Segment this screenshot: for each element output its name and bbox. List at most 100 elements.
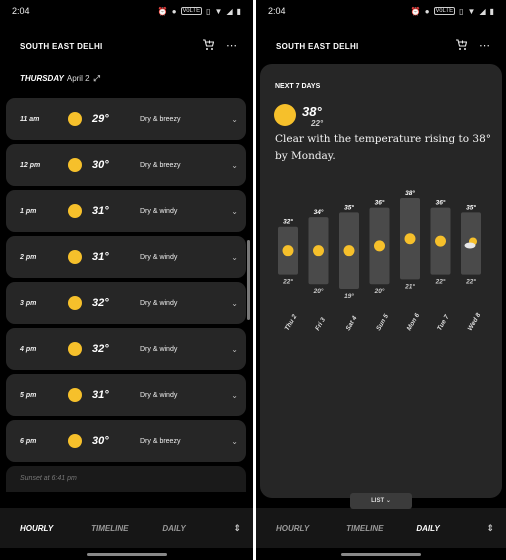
scrollbar[interactable] [247, 240, 250, 320]
low-temp-label: 20° [313, 287, 324, 295]
hour-condition: Dry & windy [140, 391, 178, 399]
alarm-icon: ⏰ [157, 6, 168, 16]
signal-icon: ◢ [479, 6, 486, 16]
hour-time: 11 am [20, 115, 40, 123]
bottom-nav: HOURLY TIMELINE DAILY ⇕ [256, 508, 506, 548]
high-temp-label: 35° [466, 203, 476, 211]
hour-card[interactable]: 3 pm 32° Dry & windy ⌄ [6, 282, 246, 324]
home-indicator[interactable] [341, 553, 421, 556]
low-temp-label: 22° [435, 278, 446, 286]
chevron-down-icon[interactable]: ⌄ [231, 437, 238, 446]
hour-temp: 30° [92, 159, 109, 171]
volte-badge: VoLTE [180, 7, 203, 15]
nav-daily[interactable]: DAILY [416, 524, 486, 533]
reorder-icon[interactable]: ⇕ [233, 523, 241, 534]
nav-daily[interactable]: DAILY [162, 524, 233, 533]
volte-badge: VoLTE [433, 7, 456, 15]
chevron-down-icon[interactable]: ⌄ [231, 299, 238, 308]
hour-time: 2 pm [20, 253, 37, 261]
list-label: LIST [371, 498, 385, 504]
nav-hourly[interactable]: HOURLY [276, 524, 346, 533]
home-indicator[interactable] [86, 553, 167, 556]
sun-icon [68, 388, 82, 402]
sun-icon [68, 296, 82, 310]
wifi-icon: ▼ [214, 6, 223, 16]
location-icon: ● [171, 6, 177, 16]
hour-condition: Dry & breezy [140, 115, 181, 123]
hour-condition: Dry & windy [140, 345, 178, 353]
hour-time: 5 pm [20, 391, 37, 399]
hour-temp: 31° [92, 251, 109, 263]
hourly-list: 11 am 29° Dry & breezy ⌄ 12 pm 30° Dry & breez… [6, 98, 246, 492]
hour-card[interactable]: 11 am 29° Dry & breezy ⌄ [6, 98, 246, 140]
hour-temp: 30° [92, 435, 109, 447]
hour-card[interactable]: 6 pm 30° Dry & breezy ⌄ [6, 420, 246, 462]
hour-card[interactable]: 4 pm 32° Dry & windy ⌄ [6, 328, 246, 370]
hour-card[interactable]: 1 pm 31° Dry & windy ⌄ [6, 190, 246, 232]
seven-day-chart: 32° 22° Thu 2 34° 20° Fri 3 35° 19° Sat 4 36° 20° S… [278, 189, 483, 332]
hour-time: 1 pm [20, 207, 37, 215]
hour-card[interactable]: 2 pm 31° Dry & windy ⌄ [6, 236, 246, 278]
day-label: THURSDAY [20, 74, 64, 83]
sun-icon [68, 112, 82, 126]
more-icon[interactable]: ⋯ [479, 40, 490, 52]
high-temp-label: 38° [405, 189, 415, 197]
location-title[interactable]: SOUTH EAST DELHI [276, 42, 443, 51]
chevron-down-icon[interactable]: ⌄ [231, 391, 238, 400]
low-temp-label: 21° [404, 282, 415, 290]
chevron-down-icon[interactable]: ⌄ [231, 161, 238, 170]
day-tick-label: Sun 5 [375, 313, 390, 332]
sun-icon [68, 158, 82, 172]
hour-condition: Dry & windy [140, 253, 178, 261]
hour-condition: Dry & breezy [140, 161, 181, 169]
expand-icon[interactable]: ⤢ [94, 74, 100, 83]
hour-time: 12 pm [20, 161, 41, 169]
hour-card[interactable]: 5 pm 31° Dry & windy ⌄ [6, 374, 246, 416]
chevron-down-icon[interactable]: ⌄ [231, 253, 238, 262]
nav-timeline[interactable]: TIMELINE [91, 524, 162, 533]
chevron-down-icon[interactable]: ⌄ [231, 207, 238, 216]
hour-condition: Dry & windy [140, 299, 178, 307]
day-tick-label: Wed 8 [467, 312, 483, 332]
header: SOUTH EAST DELHI ⋯ [20, 38, 237, 54]
status-bar: 2:04 ⏰ ● VoLTE ▯ ▼ ◢ ▮ [0, 0, 253, 22]
day-tick-label: Mon 6 [406, 312, 422, 332]
hour-temp: 32° [92, 343, 109, 355]
high-temp-label: 36° [375, 199, 385, 207]
day-tick-label: Sat 4 [345, 315, 359, 332]
more-icon[interactable]: ⋯ [226, 40, 237, 52]
sun-icon [313, 245, 324, 257]
add-cart-icon[interactable] [202, 38, 215, 54]
forecast-card: NEXT 7 DAYS 38° 22° Clear with the tempe… [260, 64, 502, 498]
vibrate-icon: ▯ [206, 6, 211, 16]
list-button[interactable]: LIST ⌄ [350, 493, 412, 509]
vibrate-icon: ▯ [459, 6, 464, 16]
sunset-card: Sunset at 6:41 pm [6, 466, 246, 492]
signal-icon: ◢ [226, 6, 233, 16]
nav-timeline[interactable]: TIMELINE [346, 524, 416, 533]
location-title[interactable]: SOUTH EAST DELHI [20, 42, 190, 51]
reorder-icon[interactable]: ⇕ [486, 523, 494, 534]
sun-icon [68, 250, 82, 264]
sun-icon [68, 434, 82, 448]
chevron-down-icon[interactable]: ⌄ [231, 115, 238, 124]
hour-condition: Dry & breezy [140, 437, 181, 445]
chevron-down-icon[interactable]: ⌄ [231, 345, 238, 354]
day-tick-label: Fri 3 [314, 316, 327, 332]
sun-icon [68, 342, 82, 356]
high-temp-label: 35° [344, 203, 354, 211]
status-time: 2:04 [268, 6, 286, 16]
nav-hourly[interactable]: HOURLY [20, 524, 91, 533]
sun-icon [374, 240, 385, 252]
location-icon: ● [424, 6, 430, 16]
day-header[interactable]: THURSDAY April 2 ⤢ [20, 74, 100, 84]
hour-card[interactable]: 12 pm 30° Dry & breezy ⌄ [6, 144, 246, 186]
add-cart-icon[interactable] [455, 38, 468, 54]
sun-icon [343, 245, 355, 257]
sun-icon [435, 235, 446, 247]
hour-time: 6 pm [20, 437, 37, 445]
day-tick-label: Tue 7 [436, 314, 451, 332]
wifi-icon: ▼ [467, 6, 476, 16]
hour-temp: 31° [92, 205, 109, 217]
low-temp-label: 19° [344, 292, 354, 300]
